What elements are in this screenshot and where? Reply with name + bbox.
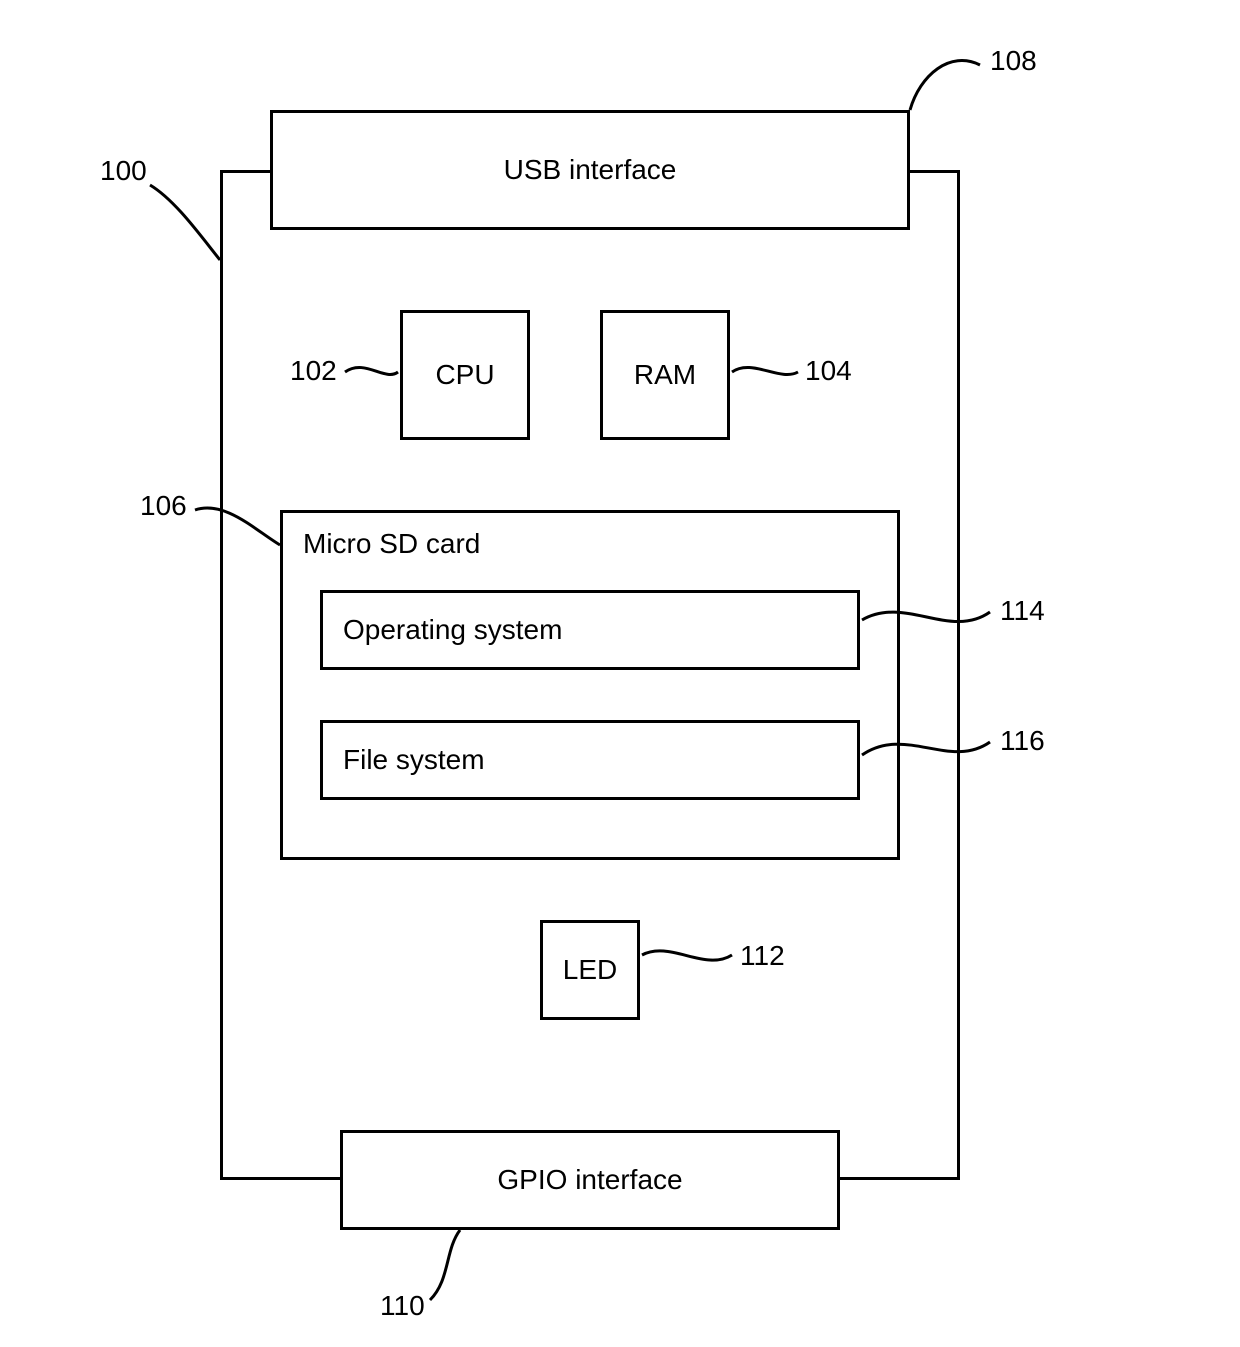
diagram-container: USB interface CPU RAM Micro SD card Oper… xyxy=(0,0,1240,1347)
leader-lines xyxy=(0,0,1240,1347)
